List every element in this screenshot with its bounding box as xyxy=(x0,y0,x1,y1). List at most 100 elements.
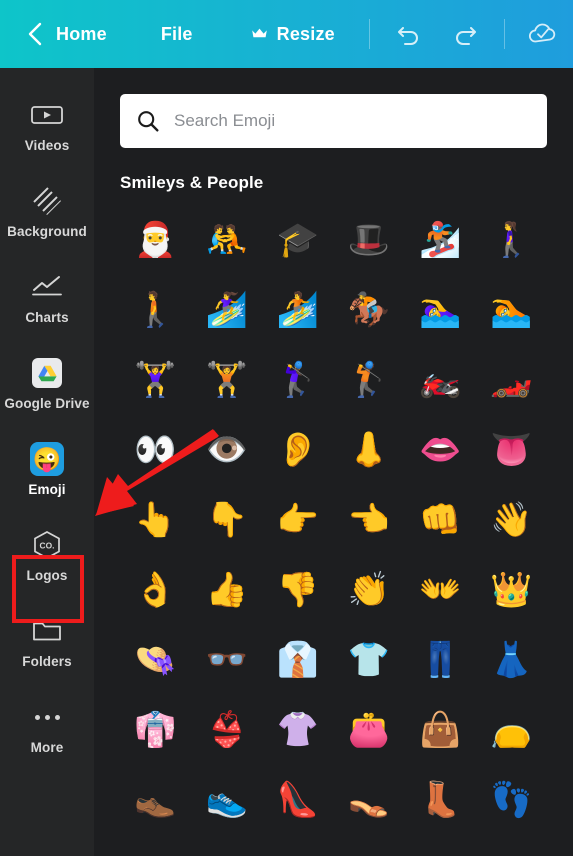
emoji-eye[interactable]: 👁️ xyxy=(191,415,262,485)
emoji-santa-claus[interactable]: 🎅 xyxy=(120,205,191,275)
emoji-womans-hat[interactable]: 👒 xyxy=(120,625,191,695)
emoji-clapping-hands[interactable]: 👏 xyxy=(333,555,404,625)
sidebar-item-emoji[interactable]: 😜 Emoji xyxy=(0,426,94,512)
sidebar-item-videos[interactable]: Videos xyxy=(0,82,94,168)
emoji-purse[interactable]: 👛 xyxy=(333,695,404,765)
emoji-waving-hand[interactable]: 👋 xyxy=(476,485,547,555)
file-menu-button[interactable]: File xyxy=(161,24,193,45)
emoji-dress[interactable]: 👗 xyxy=(476,625,547,695)
emoji-grid: 🎅 🤼 🎓 🎩 🏂 🚶‍♀️ 🚶 🏄‍♀️ 🏄 🏇 🏊‍♀️ 🏊 🏋️‍♀️ 🏋️ 🏌️‍♀️ 🏌️ 🏍️ 🏎️ 👀… xyxy=(120,205,547,835)
emoji-open-hands[interactable]: 👐 xyxy=(405,555,476,625)
emoji-woman-lifting-weights[interactable]: 🏋️‍♀️ xyxy=(120,345,191,415)
left-sidebar: Videos Background Charts Google Drive 😜 … xyxy=(0,68,94,856)
folder-icon xyxy=(31,613,63,649)
sidebar-item-more[interactable]: More xyxy=(0,684,94,770)
background-hatch-icon xyxy=(31,183,63,219)
line-chart-icon xyxy=(30,269,64,305)
redo-icon xyxy=(455,27,476,45)
home-label: Home xyxy=(56,23,107,44)
emoji-ear[interactable]: 👂 xyxy=(262,415,333,485)
svg-text:CO.: CO. xyxy=(40,541,55,551)
more-dots-icon xyxy=(34,699,60,735)
resize-button[interactable]: Resize xyxy=(251,24,335,45)
emoji-motorcycle[interactable]: 🏍️ xyxy=(405,345,476,415)
emoji-man-swimming[interactable]: 🏊 xyxy=(476,275,547,345)
emoji-t-shirt[interactable]: 👕 xyxy=(333,625,404,695)
section-title: Smileys & People xyxy=(120,173,264,192)
toolbar-divider-2 xyxy=(503,19,505,49)
emoji-man-golfing[interactable]: 🏌️ xyxy=(333,345,404,415)
crown-icon xyxy=(251,24,268,42)
sidebar-item-logos[interactable]: CO. Logos xyxy=(0,512,94,598)
emoji-woman-walking[interactable]: 🚶‍♀️ xyxy=(476,205,547,275)
google-drive-icon xyxy=(32,355,62,391)
emoji-woman-swimming[interactable]: 🏊‍♀️ xyxy=(405,275,476,345)
canva-emoji-panel-screen: Home File Resize Videos Background Chart… xyxy=(0,0,573,856)
resize-label: Resize xyxy=(276,23,335,44)
emoji-thumbs-up[interactable]: 👍 xyxy=(191,555,262,625)
file-label: File xyxy=(160,23,193,44)
emoji-woman-golfing[interactable]: 🏌️‍♀️ xyxy=(262,345,333,415)
emoji-womans-boot[interactable]: 👢 xyxy=(405,765,476,835)
sidebar-item-label: Folders xyxy=(22,654,72,669)
redo-button[interactable] xyxy=(448,17,482,51)
emoji-ok-hand[interactable]: 👌 xyxy=(120,555,191,625)
cloud-check-icon xyxy=(528,23,556,43)
sidebar-item-label: Videos xyxy=(24,138,70,153)
emoji-clutch-bag[interactable]: 👝 xyxy=(476,695,547,765)
emoji-kimono[interactable]: 👘 xyxy=(120,695,191,765)
emoji-tongue[interactable]: 👅 xyxy=(476,415,547,485)
emoji-mans-shoe[interactable]: 👞 xyxy=(120,765,191,835)
emoji-handbag[interactable]: 👜 xyxy=(405,695,476,765)
chevron-left-icon xyxy=(28,22,42,46)
sidebar-item-google-drive[interactable]: Google Drive xyxy=(0,340,94,426)
undo-button[interactable] xyxy=(392,17,426,51)
emoji-bikini[interactable]: 👙 xyxy=(191,695,262,765)
sidebar-item-label: Emoji xyxy=(28,482,66,497)
emoji-footprints[interactable]: 👣 xyxy=(476,765,547,835)
main-body: Videos Background Charts Google Drive 😜 … xyxy=(0,68,573,856)
emoji-woman-surfing[interactable]: 🏄‍♀️ xyxy=(191,275,262,345)
emoji-person-walking[interactable]: 🚶 xyxy=(120,275,191,345)
sidebar-item-background[interactable]: Background xyxy=(0,168,94,254)
home-button[interactable]: Home xyxy=(56,24,107,45)
undo-icon xyxy=(397,27,418,45)
emoji-backhand-index-pointing-left[interactable]: 👈 xyxy=(333,485,404,555)
emoji-mrs-claus-red[interactable]: 🤼 xyxy=(191,205,262,275)
emoji-backhand-index-pointing-down[interactable]: 👇 xyxy=(191,485,262,555)
search-icon xyxy=(136,109,160,133)
emoji-backhand-index-pointing-up[interactable]: 👆 xyxy=(120,485,191,555)
emoji-womans-clothes[interactable]: 👚 xyxy=(262,695,333,765)
emoji-eyes[interactable]: 👀 xyxy=(120,415,191,485)
back-button[interactable] xyxy=(22,19,48,49)
emoji-icon: 😜 xyxy=(30,441,64,477)
emoji-jeans[interactable]: 👖 xyxy=(405,625,476,695)
sidebar-item-label: Charts xyxy=(25,310,69,325)
emoji-high-heeled-shoe[interactable]: 👠 xyxy=(262,765,333,835)
emoji-graduation-cap[interactable]: 🎓 xyxy=(262,205,333,275)
emoji-necktie[interactable]: 👔 xyxy=(262,625,333,695)
emoji-thumbs-down[interactable]: 👎 xyxy=(262,555,333,625)
emoji-snowboarder[interactable]: 🏂 xyxy=(405,205,476,275)
search-bar[interactable] xyxy=(120,94,547,148)
emoji-oncoming-fist[interactable]: 👊 xyxy=(405,485,476,555)
search-input[interactable] xyxy=(174,111,531,131)
sidebar-item-charts[interactable]: Charts xyxy=(0,254,94,340)
emoji-man-surfing[interactable]: 🏄 xyxy=(262,275,333,345)
emoji-womans-sandal[interactable]: 👡 xyxy=(333,765,404,835)
emoji-running-shoe[interactable]: 👟 xyxy=(191,765,262,835)
emoji-racing-car[interactable]: 🏎️ xyxy=(476,345,547,415)
video-icon xyxy=(30,97,64,133)
emoji-horse-racing[interactable]: 🏇 xyxy=(333,275,404,345)
emoji-top-hat[interactable]: 🎩 xyxy=(333,205,404,275)
top-toolbar: Home File Resize xyxy=(0,0,573,68)
emoji-backhand-index-pointing-right[interactable]: 👉 xyxy=(262,485,333,555)
emoji-man-lifting-weights[interactable]: 🏋️ xyxy=(191,345,262,415)
cloud-save-status-button[interactable] xyxy=(525,17,559,51)
emoji-crown[interactable]: 👑 xyxy=(476,555,547,625)
emoji-mouth[interactable]: 👄 xyxy=(405,415,476,485)
emoji-glasses[interactable]: 👓 xyxy=(191,625,262,695)
emoji-nose[interactable]: 👃 xyxy=(333,415,404,485)
sidebar-item-folders[interactable]: Folders xyxy=(0,598,94,684)
sidebar-item-label: Logos xyxy=(26,568,68,583)
